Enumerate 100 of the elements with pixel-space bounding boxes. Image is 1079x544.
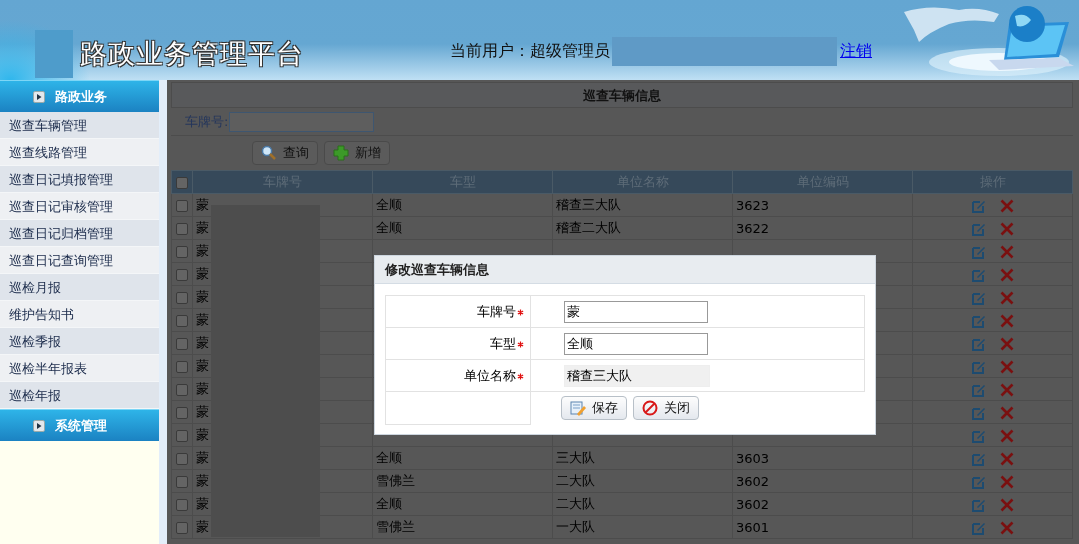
delete-icon[interactable] [999,497,1014,512]
edit-icon[interactable] [971,198,986,213]
table-cell: 蒙 [196,427,209,442]
edit-icon[interactable] [971,313,986,328]
table-cell: 蒙 [196,266,209,281]
table-cell: 全顺 [376,496,402,511]
table-cell: 全顺 [376,450,402,465]
delete-icon[interactable] [999,428,1014,443]
plus-icon [333,145,349,161]
edit-icon[interactable] [971,359,986,374]
edit-icon[interactable] [971,336,986,351]
table-cell: 蒙 [196,473,209,488]
table-cell: 蒙 [196,358,209,373]
delete-icon[interactable] [999,405,1014,420]
table-cell: 蒙 [196,220,209,235]
edit-icon[interactable] [971,520,986,535]
panel-title: 巡查车辆信息 [171,82,1073,108]
checkbox[interactable] [176,476,188,488]
sidebar-item[interactable]: 巡检年报 [0,382,159,409]
checkbox[interactable] [176,407,188,419]
no-entry-icon [642,400,658,416]
table-cell: 3602 [736,496,770,512]
sidebar-item[interactable]: 巡查日记审核管理 [0,193,159,220]
delete-icon[interactable] [999,313,1014,328]
delete-icon[interactable] [999,520,1014,535]
delete-icon[interactable] [999,244,1014,259]
sidebar-item[interactable]: 巡检月报 [0,274,159,301]
table-cell: 雪佛兰 [376,473,415,488]
table-cell: 蒙 [196,289,209,304]
field-label: 车型 [490,335,516,351]
sidebar-item[interactable]: 巡检半年报表 [0,355,159,382]
delete-icon[interactable] [999,290,1014,305]
checkbox[interactable] [176,338,188,350]
edit-icon[interactable] [971,290,986,305]
edit-icon[interactable] [971,405,986,420]
table-cell: 全顺 [376,197,402,212]
sidebar-item[interactable]: 巡查日记查询管理 [0,247,159,274]
checkbox[interactable] [176,315,188,327]
sidebar-item[interactable]: 巡检季报 [0,328,159,355]
text-field[interactable]: 全顺 [564,332,708,355]
table-cell: 蒙 [196,519,209,534]
table-cell: 稽查二大队 [556,220,621,235]
delete-icon[interactable] [999,382,1014,397]
sidebar-item[interactable]: 巡查车辆管理 [0,112,159,139]
table-cell: 全顺 [376,220,402,235]
sidebar-item[interactable]: 巡查日记填报管理 [0,166,159,193]
save-button[interactable]: 保存 [561,396,627,420]
table-cell: 蒙 [196,243,209,258]
delete-icon[interactable] [999,474,1014,489]
checkbox[interactable] [176,177,188,189]
checkbox[interactable] [176,384,188,396]
table-cell: 3601 [736,519,770,535]
delete-icon[interactable] [999,336,1014,351]
delete-icon[interactable] [999,451,1014,466]
text-field[interactable]: 蒙 [564,300,708,323]
table-cell: 3603 [736,450,770,466]
magnifier-icon [261,145,277,161]
edit-icon[interactable] [971,451,986,466]
edit-icon[interactable] [971,497,986,512]
table-cell: 3623 [736,197,770,213]
checkbox[interactable] [176,292,188,304]
edit-icon[interactable] [971,428,986,443]
logout-link[interactable]: 注销 [840,41,872,62]
checkbox[interactable] [176,223,188,235]
play-square-icon [33,90,45,103]
checkbox[interactable] [176,453,188,465]
checkbox[interactable] [176,269,188,281]
close-button[interactable]: 关闭 [633,396,699,420]
checkbox[interactable] [176,522,188,534]
delete-icon[interactable] [999,198,1014,213]
redaction-block [35,30,73,78]
delete-icon[interactable] [999,359,1014,374]
edit-icon[interactable] [971,244,986,259]
sidebar-item[interactable]: 巡查日记归档管理 [0,220,159,247]
checkbox[interactable] [176,200,188,212]
plate-search-field[interactable] [229,111,375,132]
edit-icon[interactable] [971,474,986,489]
delete-icon[interactable] [999,221,1014,236]
checkbox[interactable] [176,499,188,511]
readonly-field[interactable]: 稽查三大队 [564,364,710,387]
edit-icon[interactable] [971,382,986,397]
sidebar-item[interactable]: 维护告知书 [0,301,159,328]
table-cell: 蒙 [196,496,209,511]
table-cell: 蒙 [196,404,209,419]
sidebar-item[interactable]: 巡查线路管理 [0,139,159,166]
edit-icon[interactable] [971,221,986,236]
edit-icon[interactable] [971,267,986,282]
notepad-pencil-icon [570,400,586,416]
delete-icon[interactable] [999,267,1014,282]
field-label: 车牌号 [477,303,516,319]
checkbox[interactable] [176,246,188,258]
table-cell: 二大队 [556,473,595,488]
current-user-label: 当前用户：超级管理员 [450,41,610,62]
table-cell: 蒙 [196,381,209,396]
table-cell: 雪佛兰 [376,519,415,534]
checkbox[interactable] [176,361,188,373]
checkbox[interactable] [176,430,188,442]
table-cell: 稽查三大队 [556,197,621,212]
table-cell: 三大队 [556,450,595,465]
dialog-title: 修改巡查车辆信息 [375,256,875,284]
